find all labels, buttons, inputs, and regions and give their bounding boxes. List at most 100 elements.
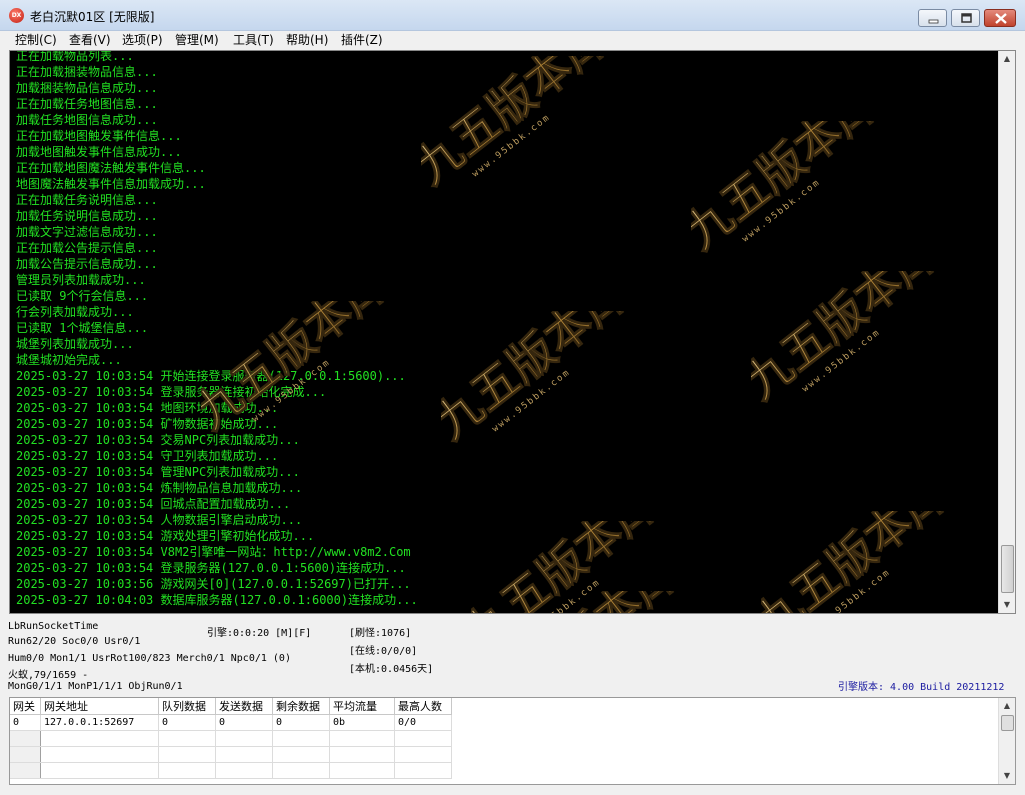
grid-cell[interactable] [40, 762, 159, 779]
svg-text:www.95bbk.com: www.95bbk.com [741, 177, 823, 244]
title-bar[interactable]: DX 老白沉默01区 [无限版] [0, 0, 1025, 31]
grid-cell[interactable] [272, 746, 330, 763]
grid-row[interactable]: 0 127.0.0.1:52697 0 0 0 0b 0/0 [10, 714, 452, 731]
grid-cell[interactable] [394, 762, 452, 779]
grid-scroll-thumb[interactable] [1001, 715, 1014, 731]
engine-version: 引擎版本: 4.00 Build 20211212 [838, 682, 1005, 693]
grid-header-row: 网关 网关地址 队列数据 发送数据 剩余数据 平均流量 最高人数 [10, 698, 452, 715]
app-icon[interactable]: DX [9, 8, 24, 23]
log-line: 正在加载物品列表... [16, 50, 134, 63]
grid-cell[interactable] [394, 730, 452, 747]
log-line: 正在加载任务地图信息... [16, 97, 158, 111]
log-console[interactable]: 正在加载物品列表... 正在加载捆装物品信息... 加载捆装物品信息成功... 正在加… [9, 50, 1016, 614]
svg-text:www.95bbk.com: www.95bbk.com [471, 112, 553, 179]
grid-cell[interactable]: 0 [10, 714, 41, 731]
scroll-down-icon[interactable]: ▼ [999, 597, 1015, 613]
engine-time: 引擎:0:0:20 [M][F] [207, 628, 312, 639]
online-count: [在线:0/0/0] [349, 646, 418, 657]
grid-column-header[interactable]: 队列数据 [158, 698, 216, 715]
grid-row[interactable] [10, 746, 452, 763]
grid-column-header[interactable]: 发送数据 [215, 698, 273, 715]
log-line: 正在加载公告提示信息... [16, 241, 158, 255]
log-line: 加载地图触发事件信息成功... [16, 145, 182, 159]
log-line: 加载任务地图信息成功... [16, 113, 158, 127]
watermark-logo: 九五版本库www.95bbk.com [691, 121, 890, 260]
menu-view[interactable]: 查看(V) [69, 32, 111, 48]
maximize-button[interactable] [951, 9, 980, 27]
log-line: 2025-03-27 10:03:54 V8M2引擎唯一网站：http://ww… [16, 545, 411, 559]
grid-scroll-up-icon[interactable]: ▲ [999, 698, 1015, 714]
grid-cell[interactable]: 0 [272, 714, 330, 731]
svg-text:九五版本库: 九五版本库 [491, 591, 689, 614]
grid-cell[interactable] [158, 762, 216, 779]
menu-bar: 控制(C) 查看(V) 选项(P) 管理(M) 工具(T) 帮助(H) 插件(Z… [0, 31, 1025, 49]
grid-cell[interactable] [40, 746, 159, 763]
grid-cell[interactable] [329, 746, 395, 763]
menu-plugins[interactable]: 插件(Z) [341, 32, 383, 48]
log-line: 2025-03-27 10:03:54 开始连接登录服务器(127.0.0.1:… [16, 369, 406, 383]
maximize-icon [961, 13, 972, 23]
grid-cell[interactable]: 0/0 [394, 714, 452, 731]
watermark-logo: 九五版本库www.95bbk.com [441, 311, 640, 450]
grid-cell[interactable] [394, 746, 452, 763]
minimize-icon [928, 19, 939, 24]
minimize-button[interactable] [918, 9, 947, 27]
grid-row[interactable] [10, 762, 452, 779]
menu-help[interactable]: 帮助(H) [286, 32, 328, 48]
scroll-thumb[interactable] [1001, 545, 1014, 593]
log-scrollbar[interactable]: ▲ ▼ [998, 51, 1015, 613]
log-line: 正在加载捆装物品信息... [16, 65, 158, 79]
log-line: 2025-03-27 10:03:54 登录服务器连接初始化完成... [16, 385, 327, 399]
grid-cell[interactable] [10, 746, 41, 763]
grid-column-header[interactable]: 平均流量 [329, 698, 395, 715]
grid-scroll-down-icon[interactable]: ▼ [999, 768, 1015, 784]
grid-cell[interactable] [158, 730, 216, 747]
log-line: 2025-03-27 10:03:54 登录服务器(127.0.0.1:5600… [16, 561, 406, 575]
grid-cell[interactable]: 0b [329, 714, 395, 731]
grid-cell[interactable] [158, 746, 216, 763]
log-line: 加载任务说明信息成功... [16, 209, 158, 223]
grid-column-header[interactable]: 最高人数 [394, 698, 452, 715]
grid-cell[interactable] [10, 730, 41, 747]
socket-time-label: LbRunSocketTime [8, 621, 99, 632]
grid-column-header[interactable]: 网关地址 [40, 698, 159, 715]
grid-cell[interactable] [40, 730, 159, 747]
watermark-logo: 九五版本库www.95bbk.com [751, 271, 950, 410]
grid-cell[interactable] [329, 762, 395, 779]
log-line: 2025-03-27 10:03:56 游戏网关[0](127.0.0.1:52… [16, 577, 411, 591]
grid-cell[interactable] [215, 730, 273, 747]
refresh-count: [刷怪:1076] [349, 628, 412, 639]
grid-cell[interactable] [215, 762, 273, 779]
log-line: 已读取 1个城堡信息... [16, 321, 149, 335]
grid-cell[interactable] [215, 746, 273, 763]
grid-cell[interactable] [10, 762, 41, 779]
menu-manage[interactable]: 管理(M) [175, 32, 219, 48]
scroll-up-icon[interactable]: ▲ [999, 51, 1015, 67]
svg-text:www.95bbk.com: www.95bbk.com [811, 567, 893, 614]
grid-cell[interactable] [272, 730, 330, 747]
grid-cell[interactable] [329, 730, 395, 747]
svg-text:www.95bbk.com: www.95bbk.com [521, 577, 603, 614]
grid-row[interactable] [10, 730, 452, 747]
grid-column-header[interactable]: 剩余数据 [272, 698, 330, 715]
log-line: 加载捆装物品信息成功... [16, 81, 158, 95]
grid-scrollbar[interactable]: ▲ ▼ [998, 698, 1015, 784]
close-button[interactable] [984, 9, 1016, 27]
gateway-grid[interactable]: 网关 网关地址 队列数据 发送数据 剩余数据 平均流量 最高人数 0 127.0.0.1:52… [9, 697, 1016, 785]
log-line: 2025-03-27 10:03:54 管理NPC列表加载成功... [16, 465, 300, 479]
grid-cell[interactable]: 0 [158, 714, 216, 731]
grid-column-header[interactable]: 网关 [10, 698, 41, 715]
log-line: 加载公告提示信息成功... [16, 257, 158, 271]
menu-tools[interactable]: 工具(T) [233, 32, 274, 48]
watermark-logo: 九五版本库www.95bbk.com [761, 511, 960, 614]
svg-text:九五版本库: 九五版本库 [441, 311, 639, 450]
log-line: 加载文字过滤信息成功... [16, 225, 158, 239]
grid-cell[interactable]: 0 [215, 714, 273, 731]
log-line: 地图魔法触发事件信息加载成功... [16, 177, 206, 191]
close-icon [995, 13, 1007, 24]
menu-options[interactable]: 选项(P) [122, 32, 163, 48]
log-line: 正在加载地图魔法触发事件信息... [16, 161, 206, 175]
grid-cell[interactable] [272, 762, 330, 779]
grid-cell[interactable]: 127.0.0.1:52697 [40, 714, 159, 731]
menu-control[interactable]: 控制(C) [15, 32, 57, 48]
